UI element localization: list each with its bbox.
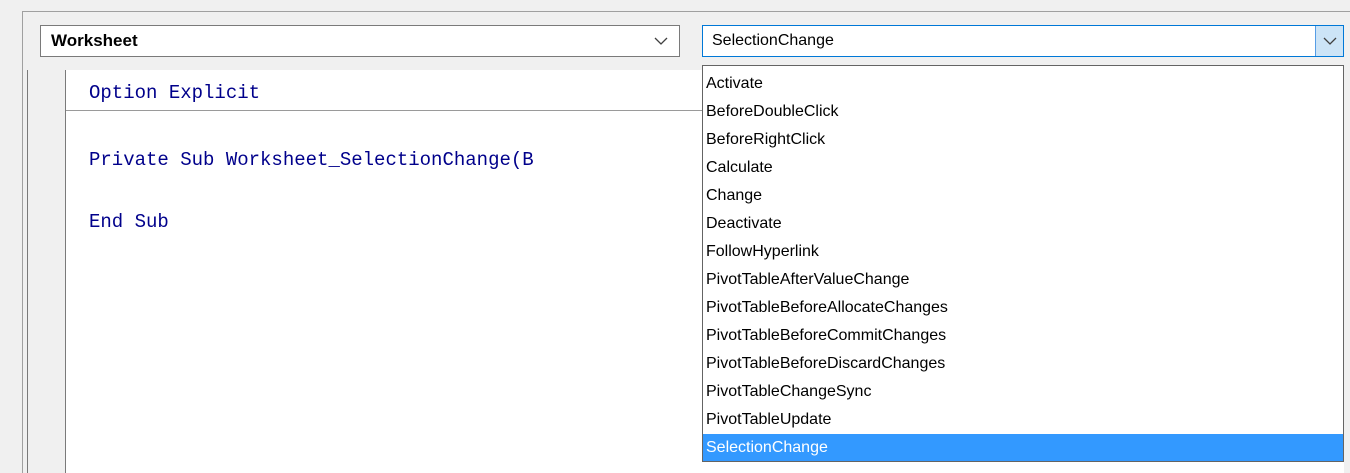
dropdown-item-change[interactable]: Change xyxy=(703,182,1343,210)
code-line-end-sub[interactable]: End Sub xyxy=(89,211,169,233)
procedure-combo[interactable]: SelectionChange xyxy=(702,25,1344,57)
dropdown-item-pivottableupdate[interactable]: PivotTableUpdate xyxy=(703,406,1343,434)
chevron-down-icon[interactable] xyxy=(1315,26,1343,56)
dropdown-item-selectionchange[interactable]: SelectionChange xyxy=(703,434,1343,461)
margin-indicator-bar[interactable] xyxy=(28,70,66,473)
dropdown-item-pivottablebeforecommitchanges[interactable]: PivotTableBeforeCommitChanges xyxy=(703,322,1343,350)
code-line-sub-declaration[interactable]: Private Sub Worksheet_SelectionChange(B xyxy=(89,149,534,171)
vertical-scrollbar-edge[interactable] xyxy=(1344,70,1350,473)
dropdown-item-beforerightclick[interactable]: BeforeRightClick xyxy=(703,126,1343,154)
chevron-down-icon[interactable] xyxy=(653,26,669,56)
procedure-combo-value: SelectionChange xyxy=(712,32,834,49)
dropdown-item-pivottableaftervaluechange[interactable]: PivotTableAfterValueChange xyxy=(703,266,1343,294)
code-line-option-explicit[interactable]: Option Explicit xyxy=(89,82,260,104)
dropdown-item-deactivate[interactable]: Deactivate xyxy=(703,210,1343,238)
object-combo-value: Worksheet xyxy=(51,31,138,50)
dropdown-item-pivottablebeforeallocatechanges[interactable]: PivotTableBeforeAllocateChanges xyxy=(703,294,1343,322)
dropdown-item-followhyperlink[interactable]: FollowHyperlink xyxy=(703,238,1343,266)
dropdown-item-activate[interactable]: Activate xyxy=(703,70,1343,98)
vba-code-window: Worksheet SelectionChange Option Explici… xyxy=(0,0,1350,473)
procedure-dropdown-list[interactable]: Activate BeforeDoubleClick BeforeRightClic… xyxy=(702,65,1344,462)
dropdown-item-pivottablechangesync[interactable]: PivotTableChangeSync xyxy=(703,378,1343,406)
dropdown-item-calculate[interactable]: Calculate xyxy=(703,154,1343,182)
object-combo[interactable]: Worksheet xyxy=(40,25,680,57)
procedure-separator xyxy=(66,110,746,111)
dropdown-item-pivottablebeforediscardchanges[interactable]: PivotTableBeforeDiscardChanges xyxy=(703,350,1343,378)
dropdown-item-beforedoubleclick[interactable]: BeforeDoubleClick xyxy=(703,98,1343,126)
